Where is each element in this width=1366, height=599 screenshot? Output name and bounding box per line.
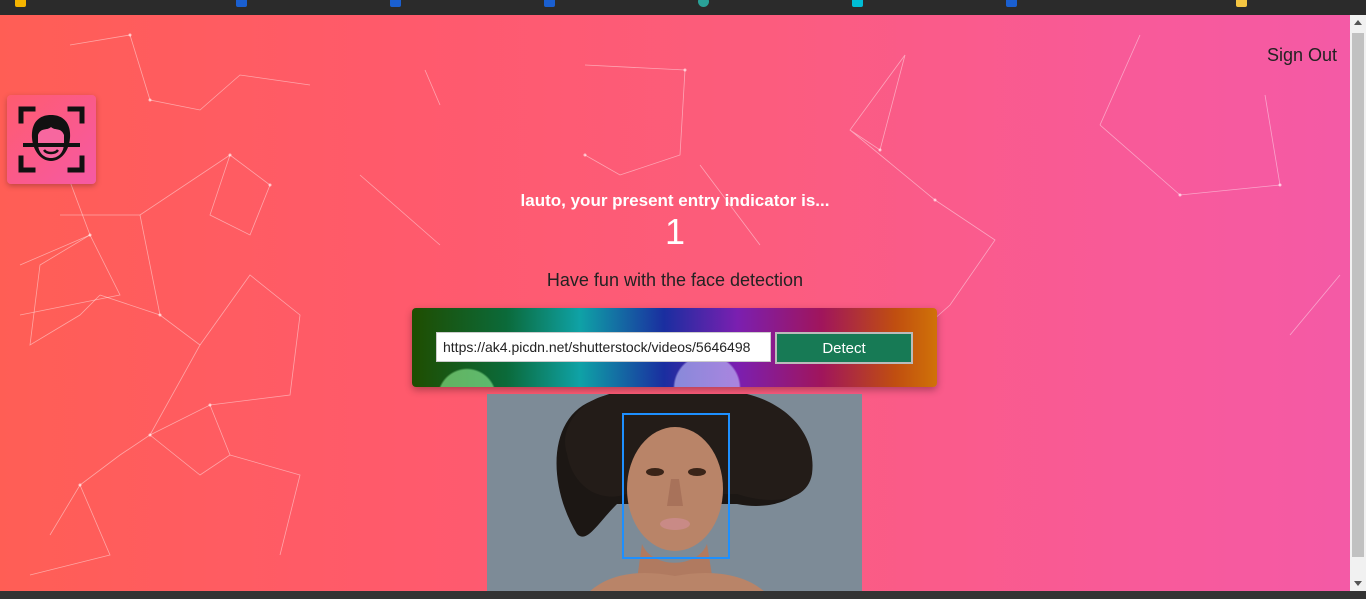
- image-url-input[interactable]: [436, 332, 771, 362]
- entry-count: 1: [664, 211, 686, 252]
- bookmark-1[interactable]: [236, 0, 247, 7]
- bookmark-folder[interactable]: [1236, 0, 1247, 7]
- instructions-text: Have fun with the face detection: [546, 270, 804, 290]
- bookmark-3[interactable]: [544, 0, 555, 7]
- bookmark-icon: [852, 0, 863, 7]
- app-logo[interactable]: [7, 95, 96, 184]
- bookmark-2[interactable]: [390, 0, 401, 7]
- bookmark-icon: [390, 0, 401, 7]
- rank-message: lauto, your present entry indicator is..…: [520, 191, 830, 210]
- bookmark-6[interactable]: [1006, 0, 1017, 7]
- bookmarks-bar: [0, 0, 1366, 15]
- app-page: Sign Out lauto, your present entry indic…: [0, 15, 1350, 591]
- scroll-thumb[interactable]: [1352, 33, 1364, 557]
- bookmark-icon: [236, 0, 247, 7]
- vertical-scrollbar[interactable]: [1350, 15, 1366, 591]
- bookmark-icon: [1006, 0, 1017, 7]
- face-bounding-box: [622, 413, 730, 559]
- detect-button[interactable]: Detect: [775, 332, 913, 364]
- sign-out-link[interactable]: Sign Out: [1267, 45, 1337, 66]
- taskbar: [0, 591, 1366, 599]
- bookmark-icon: [544, 0, 555, 7]
- scroll-down-icon[interactable]: [1354, 581, 1362, 586]
- bookmark-5[interactable]: [852, 0, 863, 7]
- bookmark-apps[interactable]: [15, 0, 26, 7]
- bookmark-4[interactable]: [698, 0, 709, 7]
- face-image: [487, 394, 862, 591]
- face-scan-icon: [18, 106, 85, 173]
- folder-icon: [1236, 0, 1247, 7]
- scroll-up-icon[interactable]: [1354, 20, 1362, 25]
- image-link-form: Detect: [412, 308, 937, 387]
- apps-icon: [15, 0, 26, 7]
- bookmark-icon: [698, 0, 709, 7]
